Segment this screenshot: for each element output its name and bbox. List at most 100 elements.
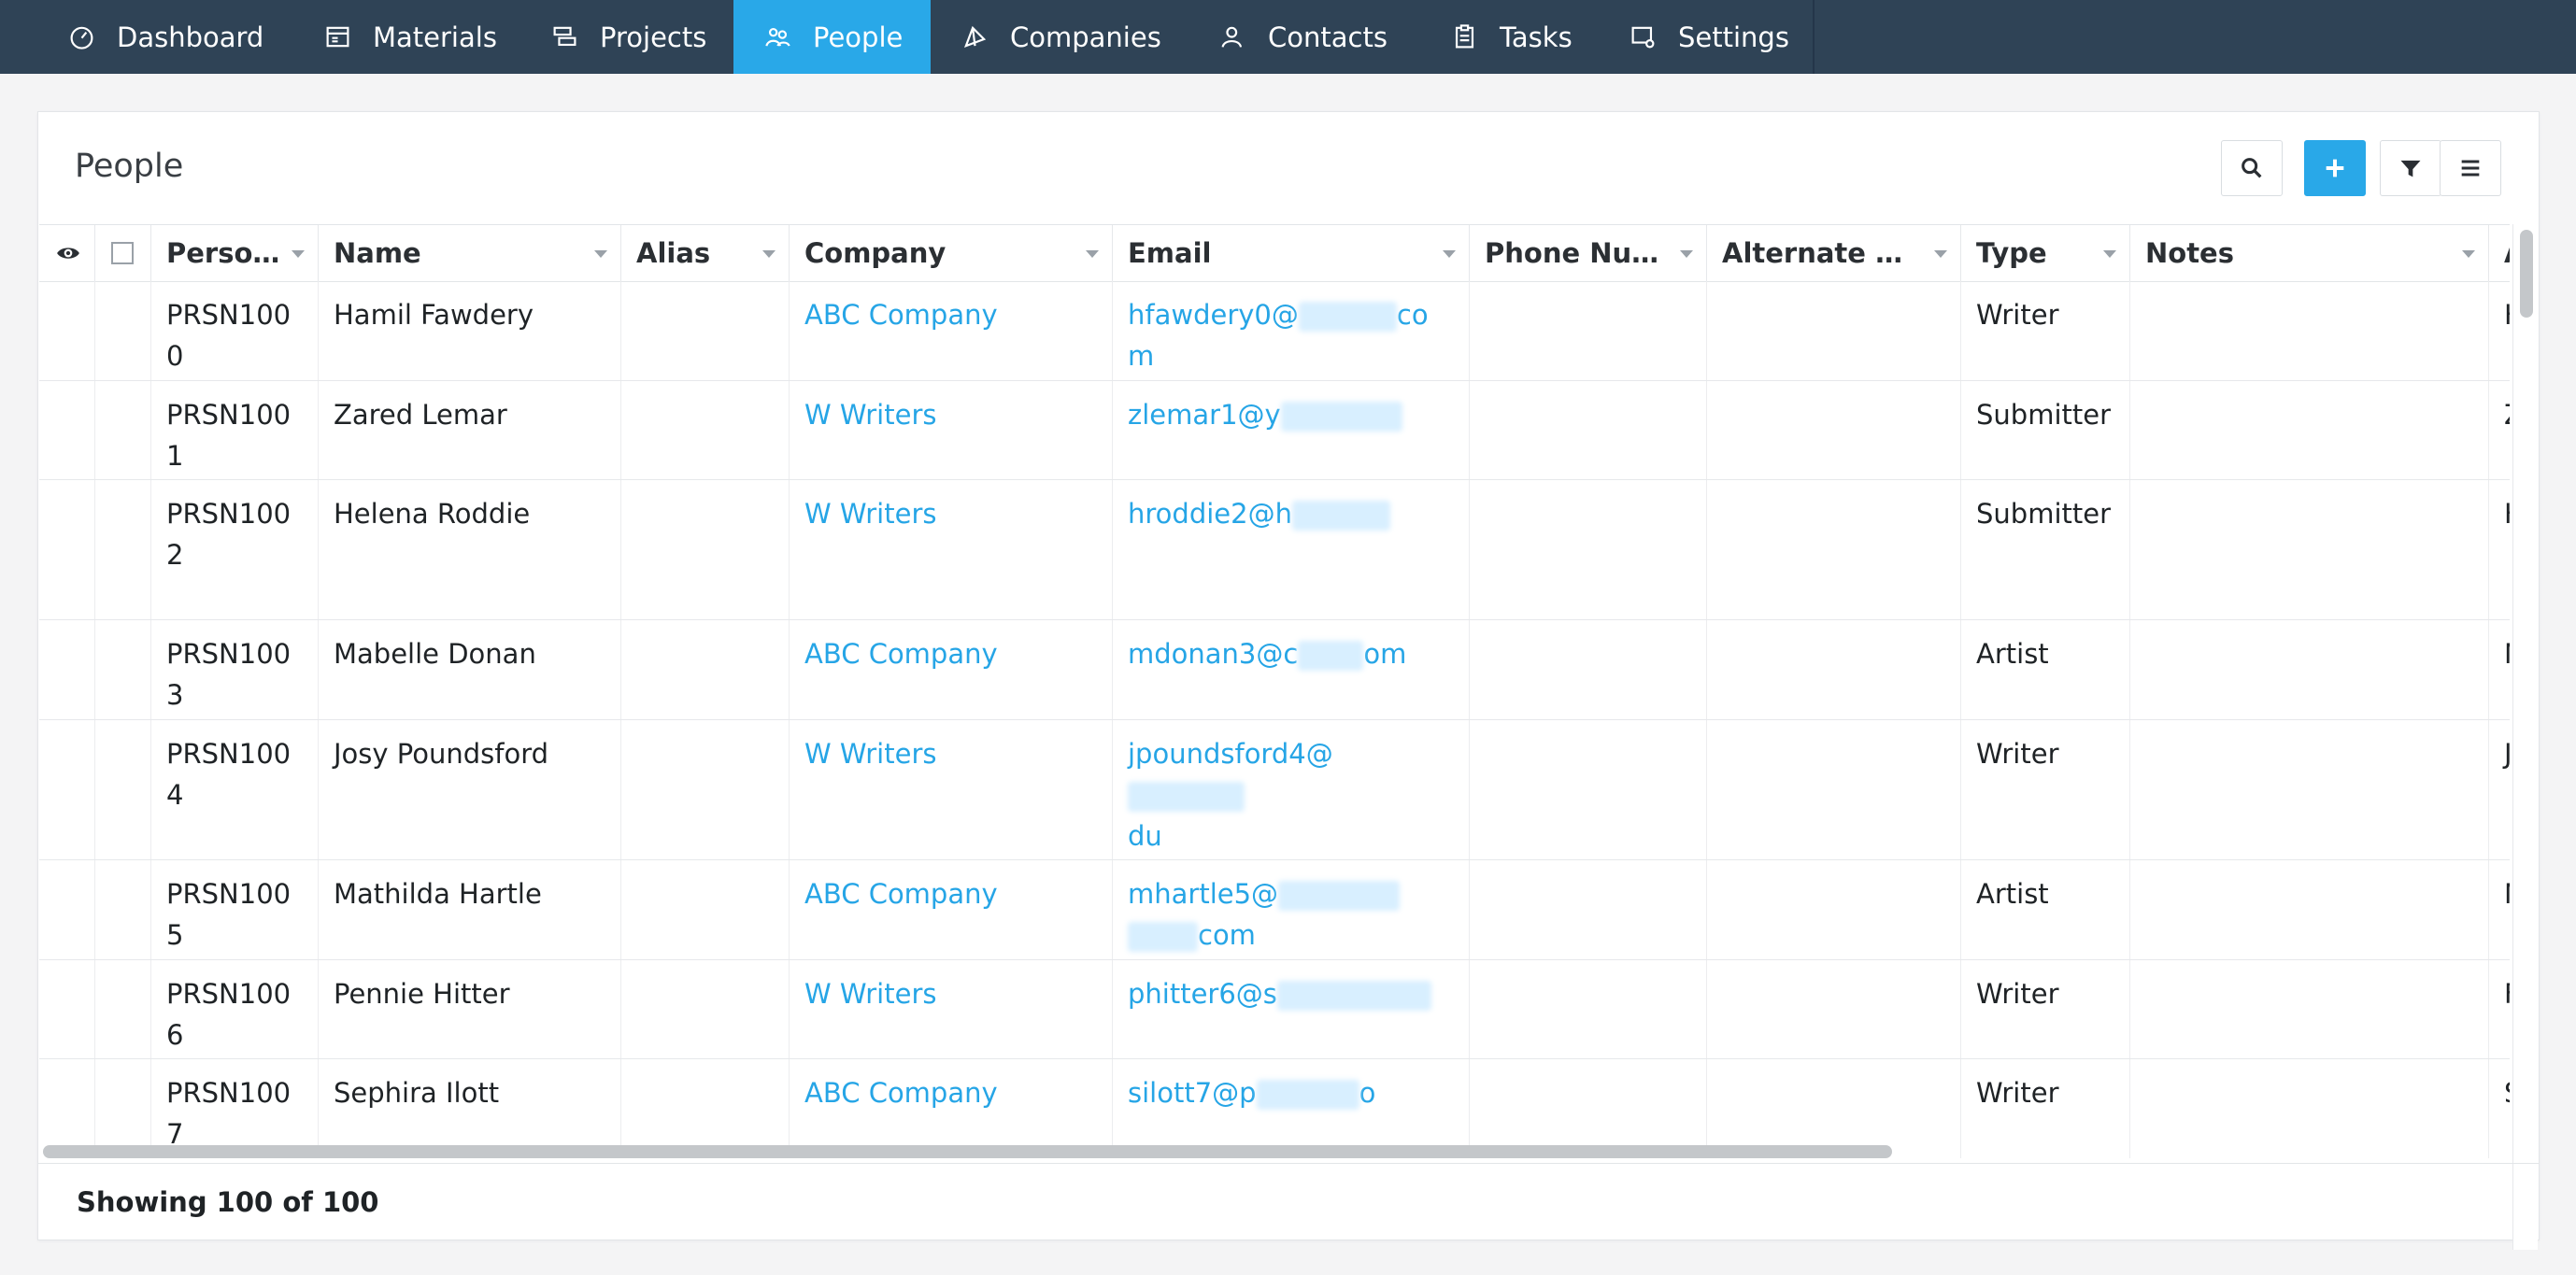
- alternate-number-cell: [1707, 720, 1961, 859]
- sort-arrow-icon[interactable]: [1086, 250, 1099, 258]
- row-select-cell[interactable]: [95, 960, 151, 1058]
- sort-arrow-icon[interactable]: [292, 250, 305, 258]
- column-header-name[interactable]: Name: [319, 225, 621, 281]
- row-select-cell[interactable]: [95, 860, 151, 959]
- filter-icon: [2400, 160, 2421, 177]
- company-link[interactable]: W Writers: [790, 720, 1113, 859]
- person-id-cell: PRSN1005: [151, 860, 319, 959]
- notes-cell: [2130, 720, 2489, 859]
- eye-icon: [57, 248, 79, 259]
- vertical-scroll-thumb[interactable]: [2520, 230, 2533, 318]
- table-row[interactable]: PRSN1003 Mabelle Donan ABC Company mdona…: [39, 620, 2510, 720]
- type-cell: Writer: [1961, 281, 2130, 380]
- notes-cell: [2130, 860, 2489, 959]
- sort-arrow-icon[interactable]: [2462, 250, 2475, 258]
- row-visibility-cell: [39, 960, 95, 1058]
- nav-item-settings[interactable]: Settings: [1630, 0, 1789, 74]
- row-select-cell[interactable]: [95, 480, 151, 619]
- email-link[interactable]: phitter6@s: [1113, 960, 1470, 1058]
- name-cell: Helena Roddie: [319, 480, 621, 619]
- nav-label-contacts: Contacts: [1268, 21, 1388, 53]
- nav-item-dashboard[interactable]: Dashboard: [68, 0, 263, 74]
- table-row[interactable]: PRSN1005 Mathilda Hartle ABC Company mha…: [39, 860, 2510, 960]
- overflow-cell: Z: [2489, 381, 2510, 479]
- alias-cell: [621, 281, 790, 380]
- sort-arrow-icon[interactable]: [762, 250, 776, 258]
- company-link[interactable]: ABC Company: [790, 620, 1113, 719]
- select-all-checkbox[interactable]: [111, 242, 134, 264]
- plus-icon: [2326, 159, 2344, 177]
- column-header-overflow[interactable]: A: [2489, 225, 2510, 281]
- phone-cell: [1470, 480, 1707, 619]
- type-cell: Submitter: [1961, 381, 2130, 479]
- contacts-icon: [1221, 26, 1243, 48]
- table-row[interactable]: PRSN1004 Josy Poundsford W Writers jpoun…: [39, 720, 2510, 860]
- nav-label-materials: Materials: [373, 21, 497, 53]
- row-visibility-cell: [39, 860, 95, 959]
- type-cell: Writer: [1961, 960, 2130, 1058]
- nav-item-materials[interactable]: Materials: [324, 0, 497, 74]
- company-link[interactable]: W Writers: [790, 381, 1113, 479]
- nav-label-projects: Projects: [600, 21, 707, 53]
- row-select-cell[interactable]: [95, 281, 151, 380]
- email-link[interactable]: jpoundsford4@ du: [1113, 720, 1470, 859]
- columns-menu-button[interactable]: [2440, 140, 2501, 196]
- sort-arrow-icon[interactable]: [2103, 250, 2116, 258]
- filter-button[interactable]: [2380, 140, 2441, 196]
- sort-arrow-icon[interactable]: [1443, 250, 1456, 258]
- search-button[interactable]: [2221, 140, 2283, 196]
- alternate-number-cell: [1707, 620, 1961, 719]
- alias-cell: [621, 480, 790, 619]
- email-link[interactable]: mhartle5@ com: [1113, 860, 1470, 959]
- nav-item-projects[interactable]: Projects: [551, 0, 706, 74]
- projects-icon: [553, 26, 576, 47]
- nav-item-contacts[interactable]: Contacts: [1219, 0, 1388, 74]
- email-link[interactable]: zlemar1@y: [1113, 381, 1470, 479]
- column-header-phone[interactable]: Phone Num...: [1470, 225, 1707, 281]
- alias-cell: [621, 381, 790, 479]
- person-id-cell: PRSN1002: [151, 480, 319, 619]
- company-link[interactable]: W Writers: [790, 960, 1113, 1058]
- add-person-button[interactable]: [2304, 140, 2366, 196]
- people-icon: [765, 27, 790, 47]
- sort-arrow-icon[interactable]: [1680, 250, 1693, 258]
- column-header-email[interactable]: Email: [1113, 225, 1470, 281]
- row-visibility-cell: [39, 720, 95, 859]
- overflow-cell: H: [2489, 281, 2510, 380]
- email-link[interactable]: hroddie2@h: [1113, 480, 1470, 619]
- table-row[interactable]: PRSN1006 Pennie Hitter W Writers phitter…: [39, 960, 2510, 1059]
- column-header-notes[interactable]: Notes: [2130, 225, 2489, 281]
- nav-item-tasks[interactable]: Tasks: [1451, 0, 1573, 74]
- column-header-company[interactable]: Company: [790, 225, 1113, 281]
- horizontal-scroll-thumb[interactable]: [43, 1145, 1892, 1158]
- name-cell: Hamil Fawdery: [319, 281, 621, 380]
- visibility-column-header[interactable]: [39, 225, 95, 281]
- page-title: People: [75, 148, 184, 185]
- vertical-scrollbar[interactable]: [2512, 224, 2538, 1250]
- row-select-cell[interactable]: [95, 720, 151, 859]
- sort-arrow-icon[interactable]: [594, 250, 607, 258]
- email-link[interactable]: mdonan3@c om: [1113, 620, 1470, 719]
- sort-arrow-icon[interactable]: [1934, 250, 1947, 258]
- horizontal-scrollbar[interactable]: [39, 1138, 2510, 1162]
- company-link[interactable]: ABC Company: [790, 860, 1113, 959]
- company-link[interactable]: W Writers: [790, 480, 1113, 619]
- column-header-alias[interactable]: Alias: [621, 225, 790, 281]
- settings-icon: [1631, 26, 1655, 49]
- column-header-alternate-number[interactable]: Alternate Nu...: [1707, 225, 1961, 281]
- column-header-person-id[interactable]: Person...: [151, 225, 319, 281]
- row-select-cell[interactable]: [95, 620, 151, 719]
- table-row[interactable]: PRSN1002 Helena Roddie W Writers hroddie…: [39, 480, 2510, 620]
- row-select-cell[interactable]: [95, 381, 151, 479]
- table-row[interactable]: PRSN1001 Zared Lemar W Writers zlemar1@y…: [39, 381, 2510, 480]
- person-id-cell: PRSN1006: [151, 960, 319, 1058]
- overflow-cell: J: [2504, 738, 2510, 770]
- nav-item-companies[interactable]: Companies: [961, 0, 1161, 74]
- row-visibility-cell: [39, 381, 95, 479]
- nav-item-people[interactable]: People: [733, 0, 931, 74]
- column-header-type[interactable]: Type: [1961, 225, 2130, 281]
- company-link[interactable]: ABC Company: [790, 281, 1113, 380]
- email-link[interactable]: hfawdery0@ co m: [1113, 281, 1470, 380]
- table-row[interactable]: PRSN1000 Hamil Fawdery ABC Company hfawd…: [39, 281, 2510, 381]
- phone-cell: [1470, 860, 1707, 959]
